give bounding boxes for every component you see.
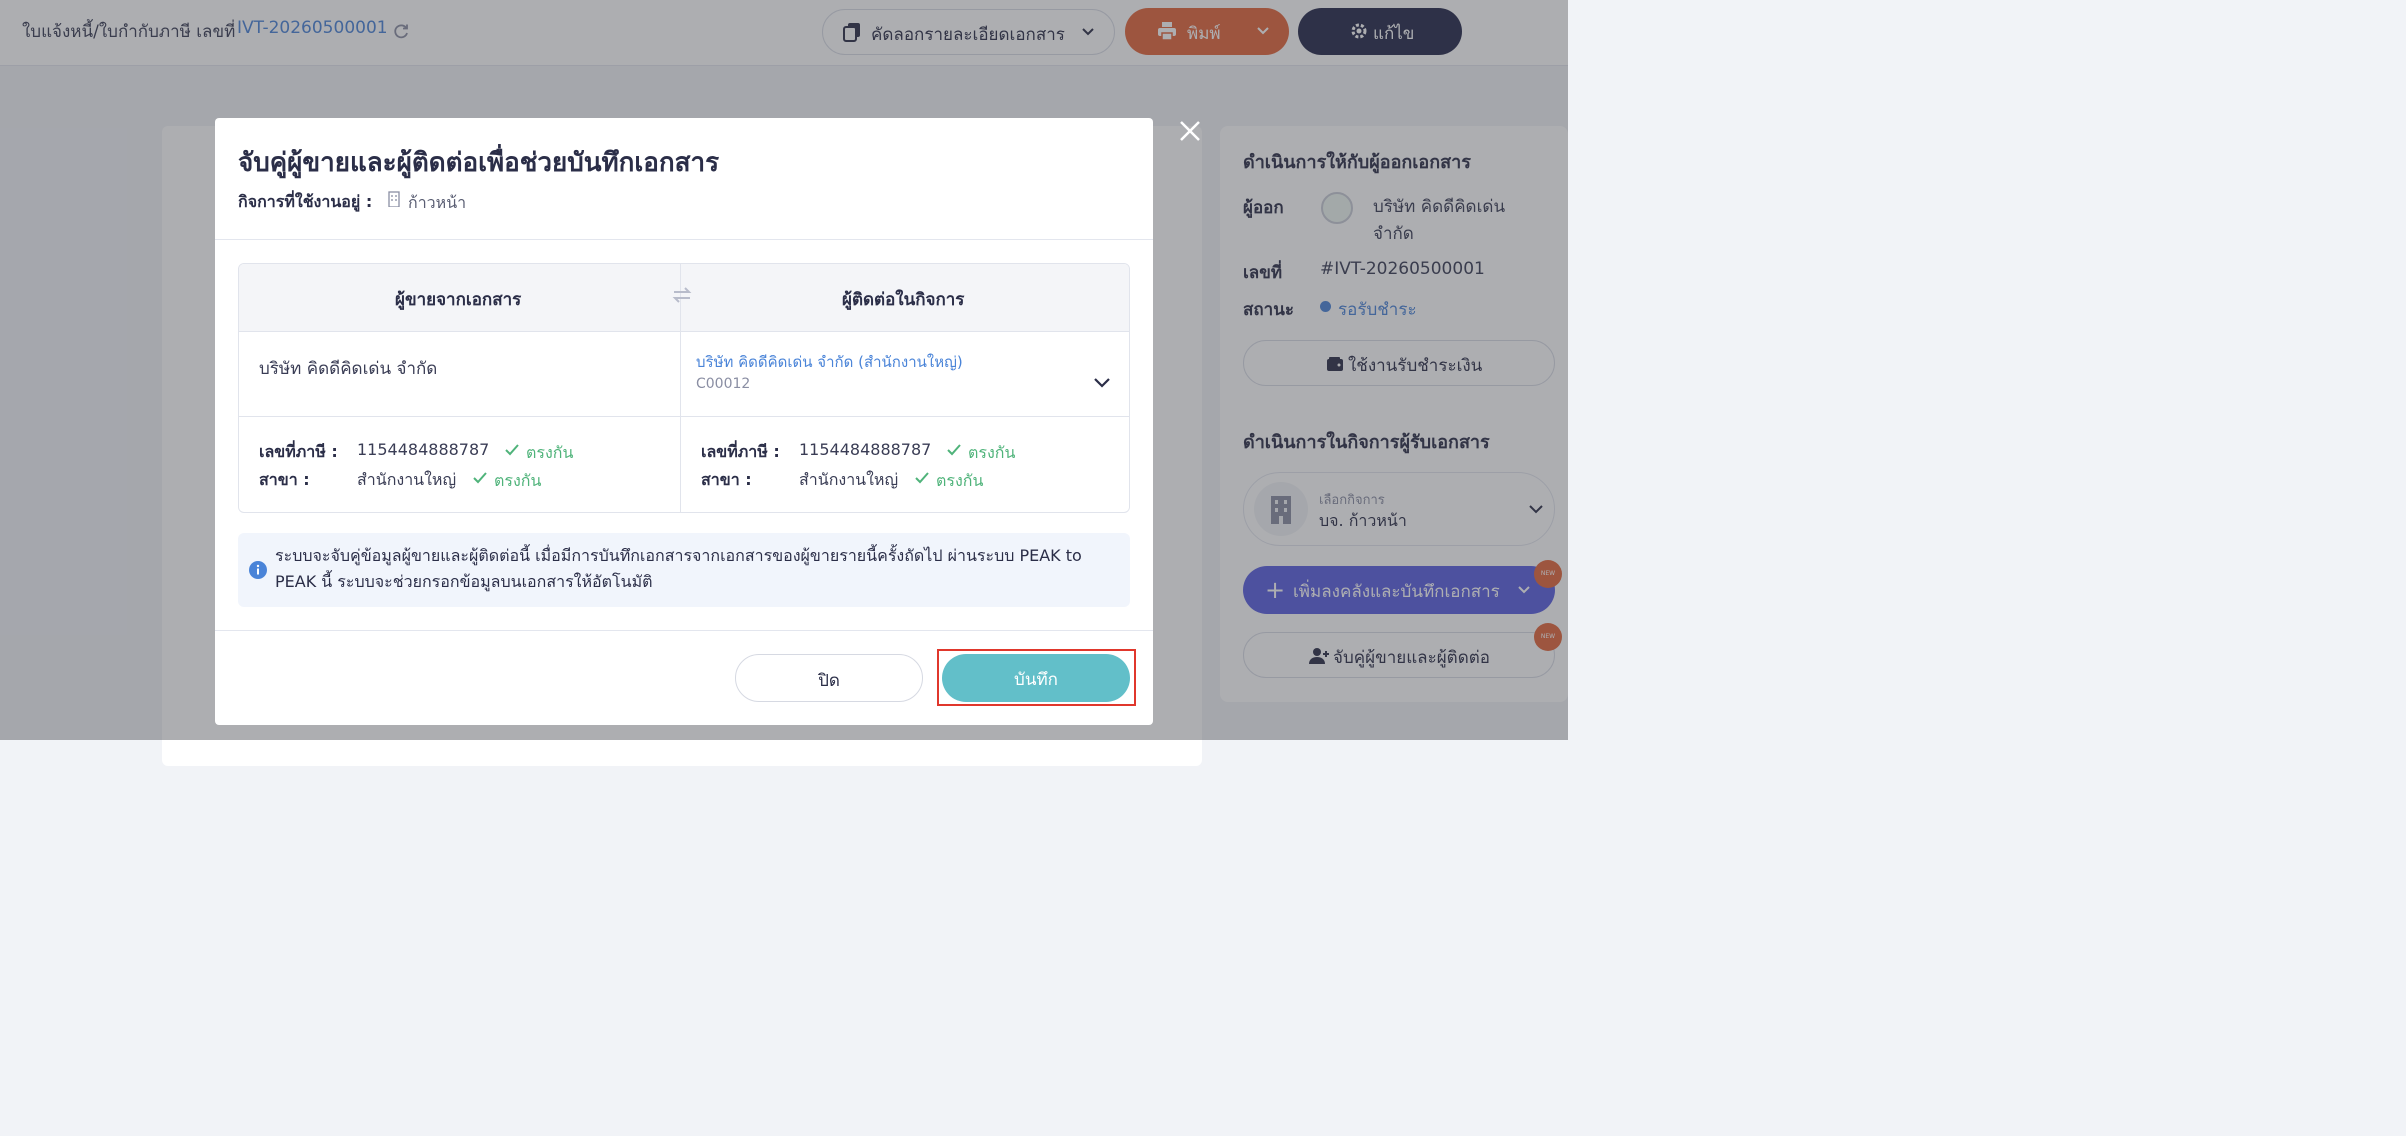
active-business-value: ก้าวหน้า (408, 193, 467, 212)
close-icon[interactable] (1176, 117, 1204, 145)
tax-id-match: ตรงกัน (526, 443, 574, 462)
close-label: ปิด (818, 671, 840, 691)
contact-in-business-header: ผู้ติดต่อในกิจการ (842, 290, 965, 310)
seller-name: บริษัท คิดดีคิดเด่น จำกัด (259, 359, 438, 379)
seller-branch: สำนักงานใหญ่ (357, 470, 457, 489)
dialog-title: จับคู่ผู้ขายและผู้ติดต่อเพื่อช่วยบันทึกเ… (238, 148, 720, 178)
contact-tax-id: 1154484888787 (799, 440, 932, 459)
contact-branch: สำนักงานใหญ่ (799, 470, 899, 489)
info-text: ระบบจะจับคู่ข้อมูลผู้ขายและผู้ติดต่อนี้ … (275, 546, 1082, 591)
swap-icon (672, 287, 692, 303)
tax-id-match: ตรงกัน (968, 443, 1016, 462)
match-seller-dialog: จับคู่ผู้ขายและผู้ติดต่อเพื่อช่วยบันทึกเ… (215, 118, 1153, 725)
check-icon (915, 472, 929, 484)
close-button[interactable]: ปิด (735, 654, 923, 702)
active-business-label: กิจการที่ใช้งานอยู่ : (238, 192, 373, 211)
divider (215, 239, 1153, 240)
info-box: ระบบจะจับคู่ข้อมูลผู้ขายและผู้ติดต่อนี้ … (238, 533, 1130, 607)
chevron-down-icon[interactable] (1093, 377, 1111, 389)
tax-id-label: เลขที่ภาษี : (259, 442, 338, 461)
seller-from-document-header: ผู้ขายจากเอกสาร (395, 290, 522, 310)
tax-id-label: เลขที่ภาษี : (701, 442, 780, 461)
matching-table: ผู้ขายจากเอกสาร ผู้ติดต่อในกิจการ บริษัท… (238, 263, 1130, 513)
branch-match: ตรงกัน (494, 471, 542, 490)
check-icon (947, 444, 961, 456)
branch-label: สาขา : (701, 470, 752, 489)
branch-label: สาขา : (259, 470, 310, 489)
check-icon (473, 472, 487, 484)
row-divider (239, 416, 1129, 417)
contact-code: C00012 (696, 376, 751, 392)
check-icon (505, 444, 519, 456)
divider (215, 630, 1153, 631)
contact-select-value[interactable]: บริษัท คิดดีคิดเด่น จำกัด (สำนักงานใหญ่) (696, 350, 963, 374)
save-label: บันทึก (1014, 670, 1058, 690)
seller-tax-id: 1154484888787 (357, 440, 490, 459)
branch-match: ตรงกัน (936, 471, 984, 490)
info-icon (249, 561, 267, 579)
save-button[interactable]: บันทึก (942, 654, 1130, 702)
building-icon (388, 191, 400, 207)
